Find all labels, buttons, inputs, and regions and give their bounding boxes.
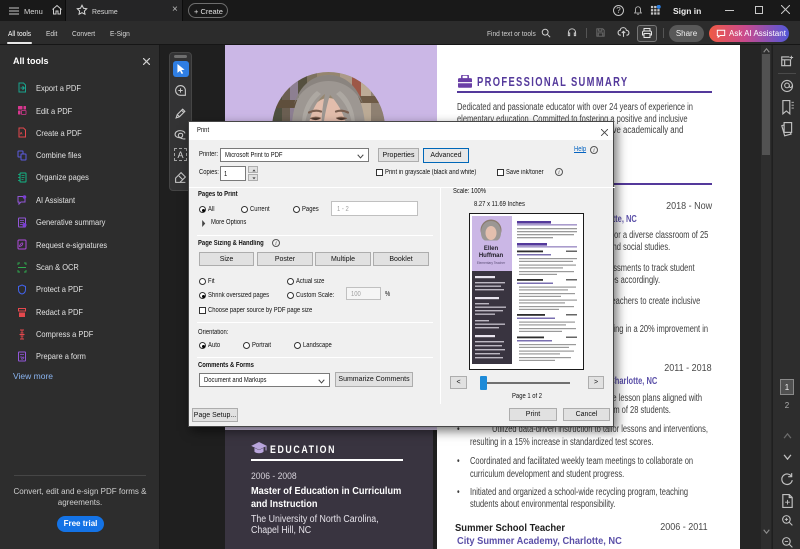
svg-text:Elementary Teacher: Elementary Teacher — [477, 261, 506, 265]
svg-text:Ellen: Ellen — [484, 246, 499, 252]
svg-text:Huffman: Huffman — [479, 253, 504, 259]
svg-text:A: A — [20, 131, 23, 136]
